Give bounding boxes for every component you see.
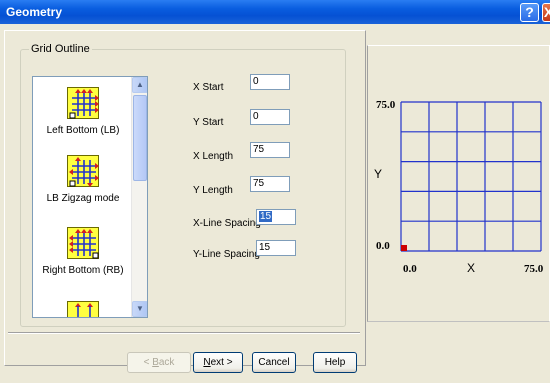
x-spacing-input[interactable]: 15	[256, 209, 296, 225]
grid-left-bottom-icon	[67, 87, 99, 119]
y-length-label: Y Length	[193, 185, 233, 196]
y-start-label: Y Start	[193, 117, 224, 128]
help-title-button[interactable]: ?	[520, 3, 539, 22]
scroll-down-button[interactable]: ▼	[132, 301, 147, 317]
list-item-zigzag[interactable]: LB Zigzag mode	[33, 155, 133, 204]
x-axis-label: X	[467, 261, 475, 275]
list-item-label: Right Bottom (RB)	[42, 265, 124, 276]
x-min-label: 0.0	[403, 263, 417, 275]
grid-preview-svg: 75.0 0.0 0.0 75.0 X Y	[374, 99, 544, 275]
x-spacing-selected-text: 15	[259, 211, 273, 222]
list-scrollbar[interactable]: ▲ ▼	[131, 77, 147, 317]
y-spacing-input[interactable]: 15	[256, 240, 296, 256]
close-button[interactable]: X	[542, 3, 550, 22]
grid-outline-legend: Grid Outline	[31, 43, 90, 55]
cancel-button[interactable]: Cancel	[252, 352, 296, 373]
y-length-input[interactable]: 75	[250, 176, 290, 192]
y-max-label: 75.0	[376, 99, 396, 111]
back-button[interactable]: < Back	[127, 352, 191, 373]
scroll-thumb[interactable]	[133, 95, 147, 181]
button-separator	[8, 332, 360, 334]
grid-zigzag-icon	[67, 155, 99, 187]
grid-mode-icon	[67, 301, 99, 317]
scroll-up-button[interactable]: ▲	[132, 77, 147, 93]
grid-mode-list[interactable]: Left Bottom (LB) LB Zigzag mode Right Bo…	[32, 76, 148, 318]
help-button[interactable]: Help	[313, 352, 357, 373]
y-spacing-label: Y-Line Spacing	[193, 249, 260, 260]
x-start-label: X Start	[193, 82, 224, 93]
y-min-label: 0.0	[376, 240, 390, 252]
grid-preview-panel: 75.0 0.0 0.0 75.0 X Y	[367, 45, 550, 322]
x-max-label: 75.0	[524, 263, 544, 275]
x-spacing-label: X-Line Spacing	[193, 218, 261, 229]
list-item-label: Left Bottom (LB)	[46, 125, 120, 136]
list-item-label: LB Zigzag mode	[46, 193, 120, 204]
y-axis-label: Y	[374, 167, 382, 181]
x-length-input[interactable]: 75	[250, 142, 290, 158]
list-item-left-bottom[interactable]: Left Bottom (LB)	[33, 87, 133, 136]
title-bar: Geometry ? X	[0, 0, 550, 24]
x-length-label: X Length	[193, 151, 234, 162]
list-item-right-bottom[interactable]: Right Bottom (RB)	[33, 227, 133, 276]
origin-marker	[401, 245, 407, 251]
y-start-input[interactable]: 0	[250, 109, 290, 125]
window-title: Geometry	[6, 5, 63, 19]
grid-right-bottom-icon	[67, 227, 99, 259]
x-start-input[interactable]: 0	[250, 74, 290, 90]
next-button[interactable]: Next >	[193, 352, 243, 373]
list-item-partial[interactable]	[33, 301, 133, 317]
